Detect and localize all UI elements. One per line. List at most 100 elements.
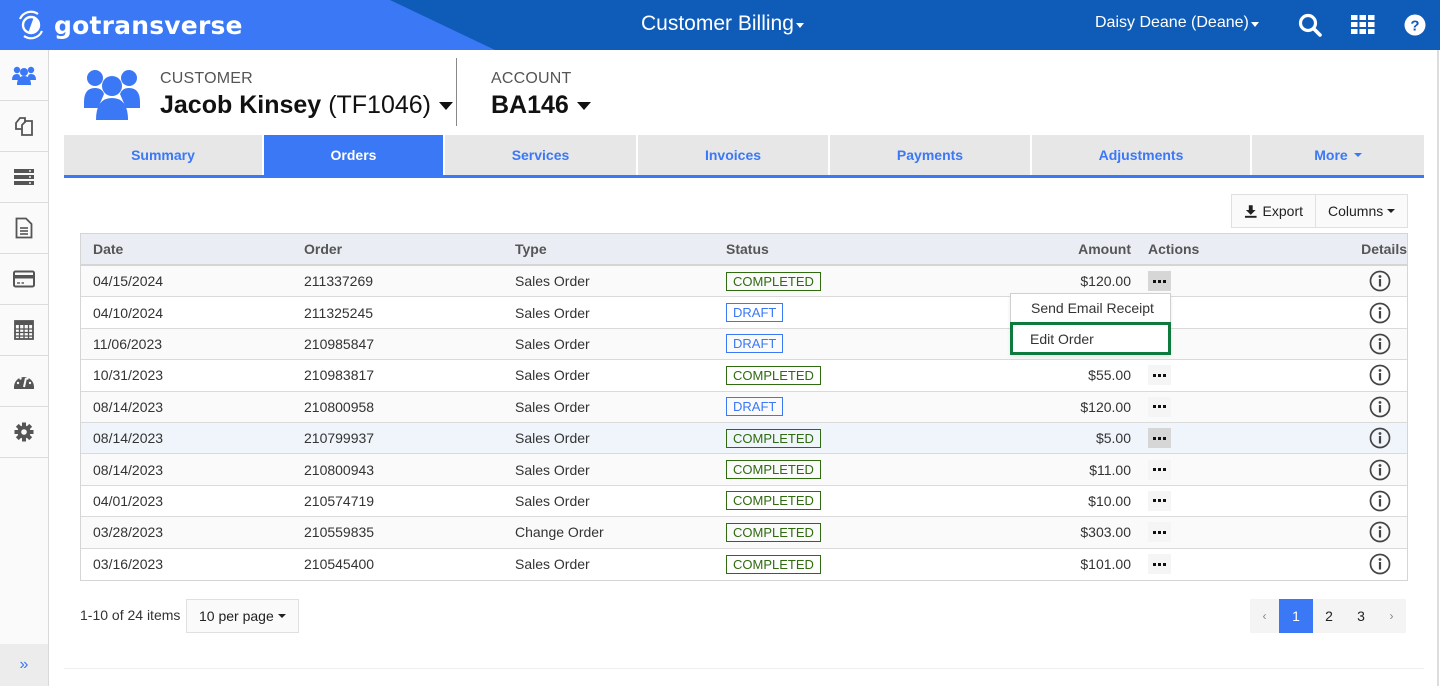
status-badge: COMPLETED	[726, 491, 821, 511]
info-icon[interactable]	[1369, 270, 1391, 292]
cell-type: Sales Order	[515, 398, 590, 415]
row-actions-button[interactable]	[1148, 490, 1171, 511]
gotransverse-logo-icon	[18, 10, 44, 40]
ellipsis-icon	[1153, 279, 1156, 283]
col-actions: Actions	[1148, 241, 1200, 257]
col-date[interactable]: Date	[93, 241, 123, 257]
status-badge: COMPLETED	[726, 522, 821, 542]
info-icon[interactable]	[1369, 333, 1391, 355]
cell-type: Sales Order	[515, 304, 590, 321]
row-actions-button[interactable]	[1148, 428, 1171, 449]
cell-order: 211337269	[304, 273, 374, 290]
tab-more[interactable]: More	[1252, 135, 1424, 175]
col-type[interactable]: Type	[515, 241, 547, 257]
prev-page-button[interactable]: ‹	[1250, 599, 1279, 633]
ellipsis-icon	[1153, 562, 1156, 566]
table-row: 04/15/2024 211337269 Sales Order COMPLETED $…	[81, 266, 1407, 298]
calculator-icon	[14, 320, 34, 340]
info-icon[interactable]	[1369, 427, 1391, 449]
caret-down-icon	[439, 101, 453, 110]
col-order[interactable]: Order	[304, 241, 342, 257]
page-2-button[interactable]: 2	[1313, 599, 1345, 633]
cell-amount: $120.00	[1080, 398, 1131, 415]
status-badge: COMPLETED	[726, 554, 821, 574]
tab-adjustments[interactable]: Adjustments	[1032, 135, 1252, 175]
info-icon[interactable]	[1369, 490, 1391, 512]
cell-order: 210799937	[304, 430, 375, 447]
row-actions-button[interactable]	[1148, 554, 1171, 575]
user-menu[interactable]: Daisy Deane (Deane)	[1095, 14, 1259, 32]
customer-group-icon	[84, 70, 140, 120]
columns-button[interactable]: Columns	[1315, 194, 1408, 228]
export-button[interactable]: Export	[1231, 194, 1316, 228]
cell-date: 10/31/2023	[93, 367, 164, 384]
sidebar-item-calculator[interactable]	[0, 305, 48, 356]
info-icon[interactable]	[1369, 302, 1391, 324]
app-switcher[interactable]: Customer Billing	[641, 12, 804, 36]
orders-table: Date Order Type Status Amount Actions De…	[80, 233, 1408, 581]
sidebar-item-dashboard[interactable]	[0, 356, 48, 407]
info-icon[interactable]	[1369, 364, 1391, 386]
footer-divider	[64, 668, 1424, 669]
cell-type: Sales Order	[515, 335, 590, 352]
tab-payments[interactable]: Payments	[830, 135, 1032, 175]
per-page-select[interactable]: 10 per page	[186, 599, 299, 633]
sidebar-item-catalog[interactable]	[0, 101, 48, 152]
table-row: 08/14/2023 210799937 Sales Order COMPLETED $…	[81, 422, 1407, 455]
col-status[interactable]: Status	[726, 241, 769, 257]
user-name: Daisy Deane (Deane)	[1095, 14, 1249, 31]
row-actions-button[interactable]	[1148, 271, 1171, 292]
next-page-button[interactable]: ›	[1377, 599, 1406, 633]
sidebar-item-payments[interactable]	[0, 254, 48, 305]
svg-text:?: ?	[1410, 18, 1419, 35]
page-1-button[interactable]: 1	[1279, 599, 1313, 633]
caret-down-icon	[1250, 21, 1259, 27]
cell-amount: $5.00	[1095, 430, 1131, 447]
menu-item-send-email-receipt[interactable]: Send Email Receipt	[1011, 294, 1170, 322]
info-icon[interactable]	[1369, 553, 1391, 575]
row-actions-button[interactable]	[1148, 459, 1171, 480]
sidebar-item-settings[interactable]	[0, 407, 48, 458]
sidebar-item-customers[interactable]	[0, 50, 48, 101]
cell-date: 08/14/2023	[93, 461, 164, 478]
status-badge: COMPLETED	[726, 271, 821, 291]
tab-orders[interactable]: Orders	[264, 135, 445, 175]
table-row: 08/14/2023 210800958 Sales Order DRAFT $120.…	[81, 391, 1407, 423]
search-icon[interactable]	[1297, 12, 1323, 38]
sidebar-expand-button[interactable]: »	[0, 644, 48, 686]
page-3-button[interactable]: 3	[1345, 599, 1377, 633]
brand-name: gotransverse	[54, 10, 243, 40]
tab-invoices[interactable]: Invoices	[638, 135, 830, 175]
row-actions-button[interactable]	[1148, 396, 1171, 417]
status-badge: DRAFT	[726, 334, 784, 354]
tab-summary[interactable]: Summary	[64, 135, 264, 175]
per-page-value: 10 per page	[199, 608, 274, 624]
cell-date: 08/14/2023	[93, 430, 164, 447]
row-actions-button[interactable]	[1148, 365, 1171, 386]
customer-selector[interactable]: Jacob Kinsey (TF1046)	[160, 91, 453, 120]
cell-type: Sales Order	[515, 367, 590, 384]
sidebar-item-documents[interactable]	[0, 203, 48, 254]
account-selector[interactable]: BA146	[491, 91, 591, 120]
info-icon[interactable]	[1369, 521, 1391, 543]
col-amount[interactable]: Amount	[1078, 241, 1131, 257]
apps-grid-icon[interactable]	[1350, 12, 1376, 38]
cell-amount: $11.00	[1089, 461, 1131, 478]
menu-item-edit-order[interactable]: Edit Order	[1010, 322, 1171, 355]
sidebar-item-services[interactable]	[0, 152, 48, 203]
help-icon[interactable]: ?	[1403, 12, 1429, 38]
table-body: 04/15/2024 211337269 Sales Order COMPLETED $…	[81, 266, 1407, 580]
brand-logo[interactable]: gotransverse	[14, 8, 243, 42]
cell-type: Sales Order	[515, 273, 590, 290]
cell-amount: $55.00	[1088, 367, 1131, 384]
info-icon[interactable]	[1369, 459, 1391, 481]
tab-services[interactable]: Services	[445, 135, 638, 175]
table-header: Date Order Type Status Amount Actions De…	[81, 234, 1407, 266]
cell-type: Sales Order	[515, 492, 590, 509]
status-badge: COMPLETED	[726, 428, 821, 448]
cell-type: Sales Order	[515, 461, 590, 478]
row-actions-button[interactable]	[1148, 522, 1171, 543]
info-icon[interactable]	[1369, 396, 1391, 418]
caret-down-icon	[576, 101, 591, 110]
users-icon	[12, 66, 36, 85]
